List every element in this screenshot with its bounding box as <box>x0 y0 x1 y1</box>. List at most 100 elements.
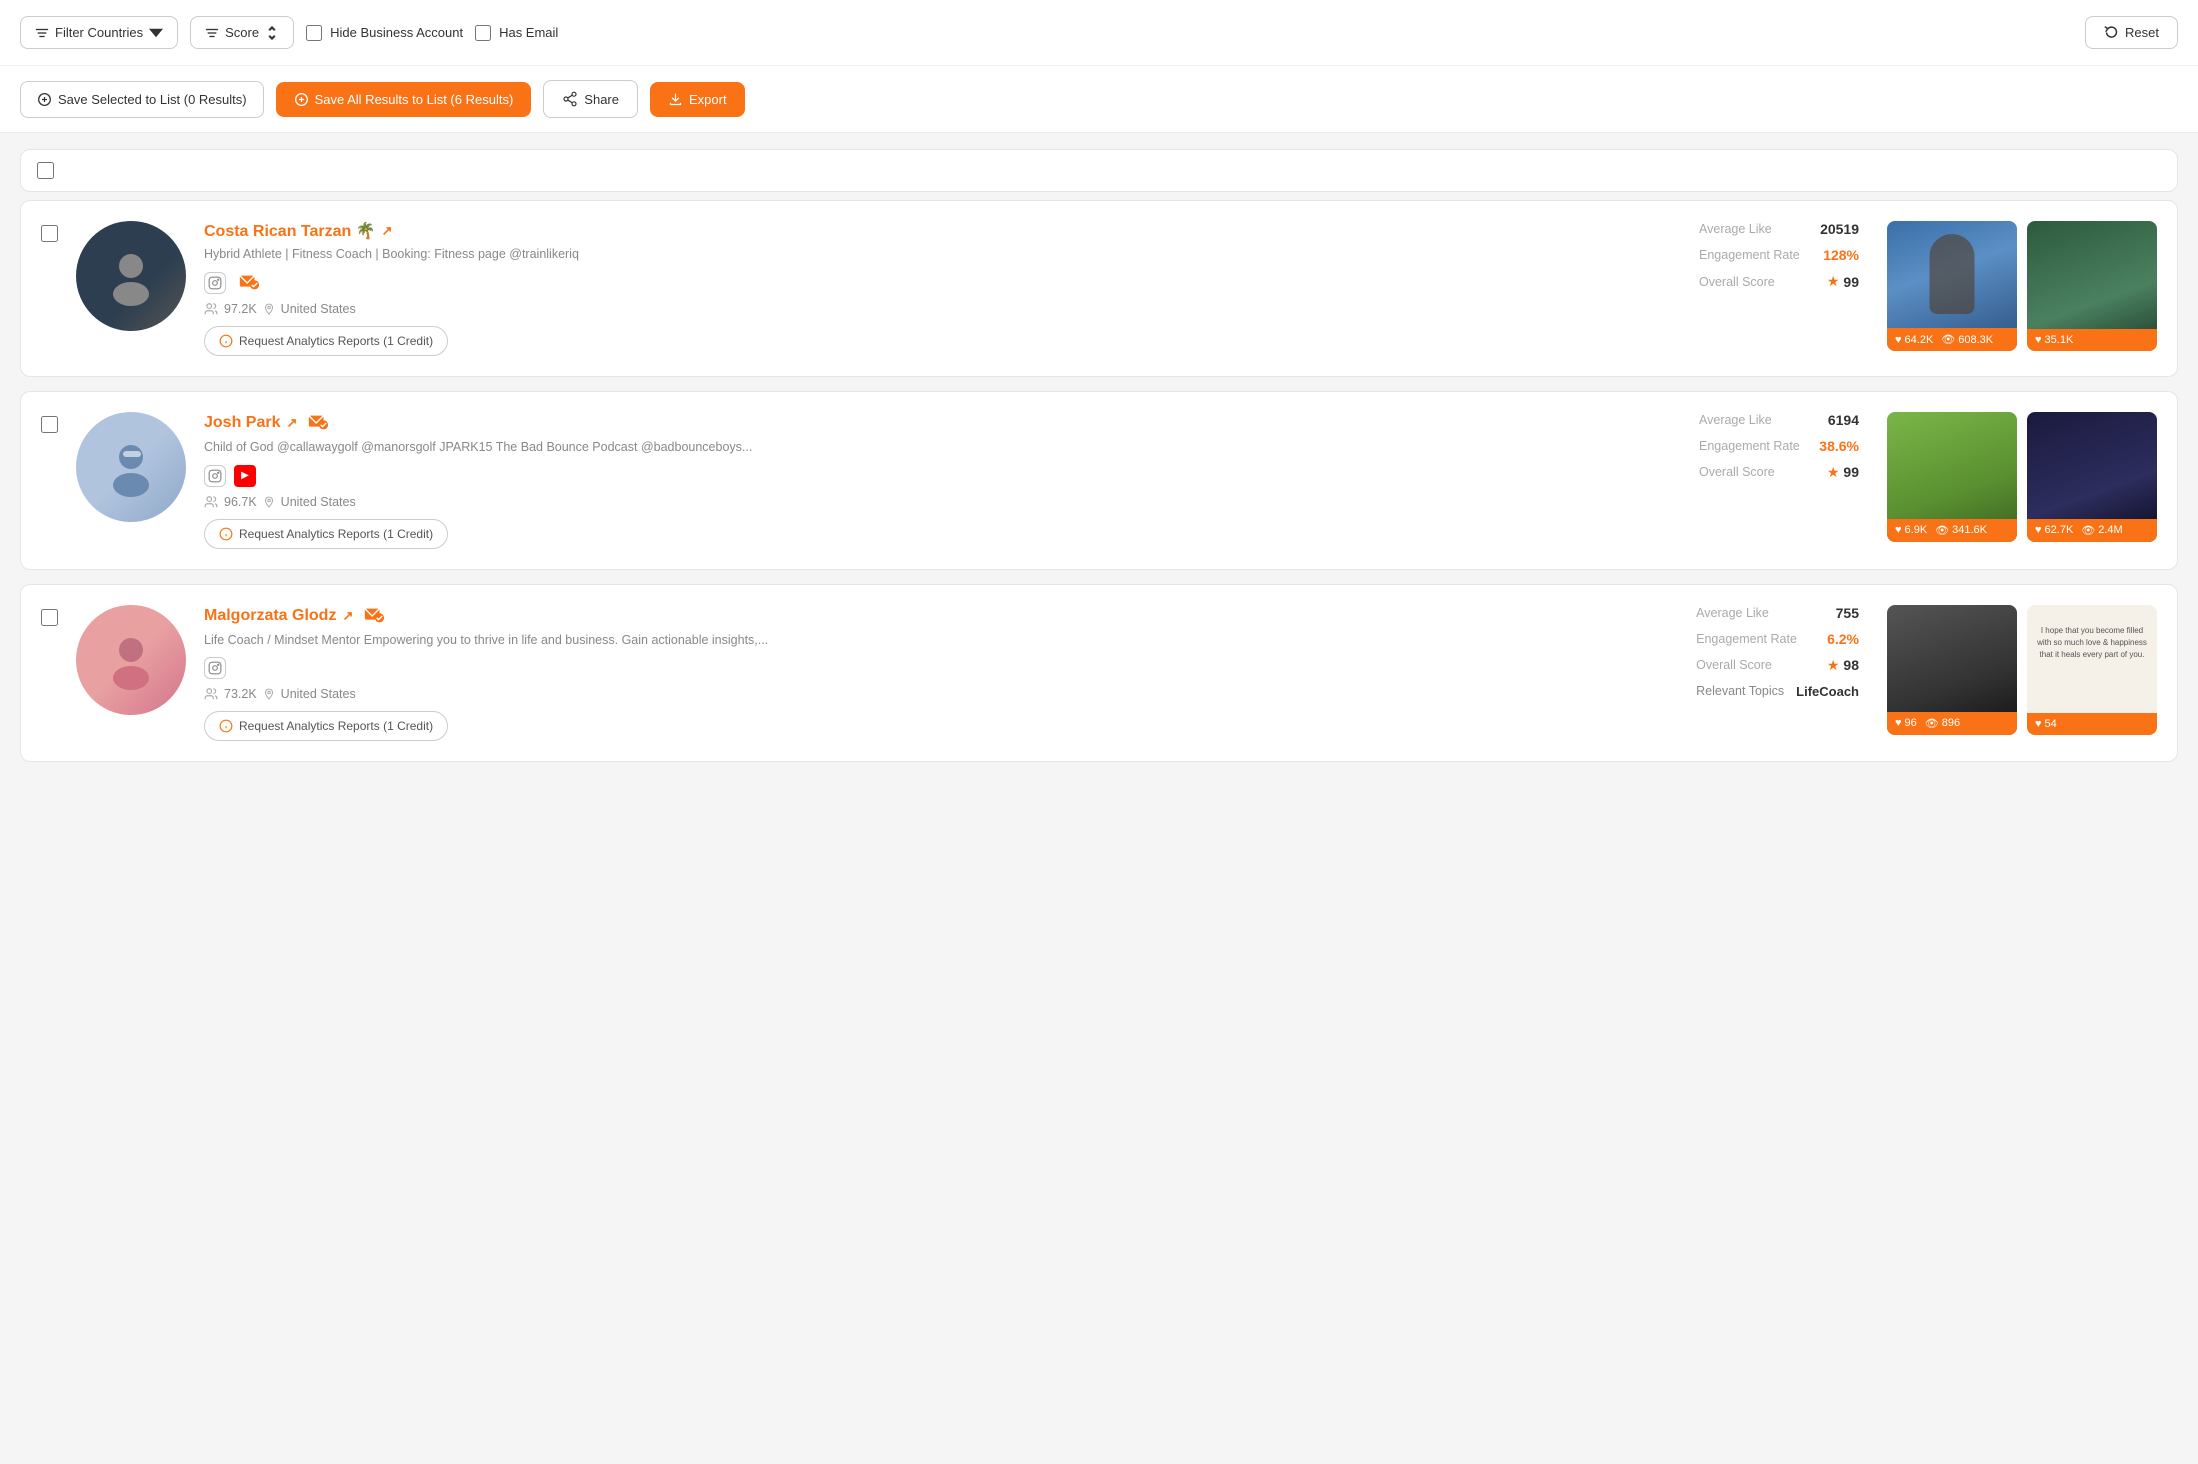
card-info-tarzan: Costa Rican Tarzan 🌴 ↗ Hybrid Athlete | … <box>204 221 1671 356</box>
star-icon-josh: ★ <box>1827 464 1840 481</box>
heart-icon-josh-1: ♥ <box>1895 524 1902 536</box>
score-value-row-tarzan: ★ 99 <box>1827 273 1859 290</box>
save-all-button[interactable]: Save All Results to List (6 Results) <box>276 82 532 117</box>
post-image-josh-1[interactable]: ♥ 6.9K 👁 341.6K <box>1887 412 2017 542</box>
instagram-icon-malgo[interactable] <box>204 657 226 679</box>
avatar-silhouette-josh <box>101 437 161 497</box>
reset-button[interactable]: Reset <box>2085 16 2178 49</box>
filter-countries-button[interactable]: Filter Countries <box>20 16 178 49</box>
filter-icon <box>35 26 49 40</box>
request-report-button-tarzan[interactable]: Request Analytics Reports (1 Credit) <box>204 326 448 356</box>
checkbox-malgo[interactable] <box>41 609 58 626</box>
views-stat-josh-2: 👁 2.4M <box>2081 524 2122 537</box>
stats-col-tarzan: Average Like 20519 Engagement Rate 128% … <box>1689 221 1869 290</box>
select-all-checkbox[interactable] <box>37 162 54 179</box>
score-value-row-josh: ★ 99 <box>1827 464 1859 481</box>
likes-stat-malgo-2: ♥ 54 <box>2035 718 2057 730</box>
chevron-down-icon <box>149 26 163 40</box>
stats-col-malgo: Average Like 755 Engagement Rate 6.2% Ov… <box>1686 605 1869 699</box>
hide-business-label: Hide Business Account <box>330 25 463 40</box>
post-overlay-tarzan-2: ♥ 35.1K <box>2027 329 2157 351</box>
followers-count-josh: 96.7K <box>224 495 257 509</box>
social-icons-josh: ▶ <box>204 465 1671 487</box>
views-value-josh-1: 341.6K <box>1952 524 1987 536</box>
hide-business-checkbox[interactable] <box>306 25 322 41</box>
request-report-button-malgo[interactable]: Request Analytics Reports (1 Credit) <box>204 711 448 741</box>
select-all-row <box>20 149 2178 192</box>
score-value-malgo: 98 <box>1843 657 1859 673</box>
influencer-card-josh: Josh Park ↗ Child of God @callawaygolf @… <box>20 391 2178 570</box>
updown-icon <box>265 26 279 40</box>
images-col-josh: ♥ 6.9K 👁 341.6K ♥ 62.7K <box>1887 412 2157 542</box>
ig-svg <box>208 276 222 290</box>
influencer-card-tarzan: Costa Rican Tarzan 🌴 ↗ Hybrid Athlete | … <box>20 200 2178 377</box>
has-email-checkbox[interactable] <box>475 25 491 41</box>
avg-like-label-malgo: Average Like <box>1696 606 1769 620</box>
external-link-icon-malgo: ↗ <box>342 608 353 624</box>
likes-value-josh-1: 6.9K <box>1905 524 1928 536</box>
followers-icon-malgo <box>204 687 218 701</box>
ig-svg-josh <box>208 469 222 483</box>
card-checkbox-malgo[interactable] <box>41 609 58 629</box>
email-icon-josh <box>307 412 329 434</box>
likes-value-tarzan-1: 64.2K <box>1905 334 1934 346</box>
eng-rate-label-josh: Engagement Rate <box>1699 439 1800 453</box>
country-tarzan: United States <box>281 302 356 316</box>
post-image-tarzan-2[interactable]: ♥ 35.1K <box>2027 221 2157 351</box>
name-text-tarzan: Costa Rican Tarzan 🌴 <box>204 221 376 241</box>
name-text-josh: Josh Park <box>204 414 280 432</box>
reset-icon <box>2104 25 2119 40</box>
request-label-tarzan: Request Analytics Reports (1 Credit) <box>239 334 433 348</box>
export-button[interactable]: Export <box>650 82 745 117</box>
external-link-icon: ↗ <box>382 223 393 239</box>
reset-label: Reset <box>2125 25 2159 40</box>
info-icon-malgo <box>219 719 233 733</box>
instagram-icon-josh[interactable] <box>204 465 226 487</box>
avatar-tarzan <box>76 221 186 331</box>
eng-rate-value-malgo: 6.2% <box>1827 631 1859 647</box>
score-value-josh: 99 <box>1843 464 1859 480</box>
checkbox-josh[interactable] <box>41 416 58 433</box>
export-icon <box>668 92 683 107</box>
followers-icon <box>204 302 218 316</box>
save-selected-button[interactable]: Save Selected to List (0 Results) <box>20 81 264 118</box>
avg-like-row-tarzan: Average Like 20519 <box>1699 221 1859 237</box>
likes-value-malgo-2: 54 <box>2045 718 2057 730</box>
post-overlay-malgo-2: ♥ 54 <box>2027 713 2157 735</box>
post-image-tarzan-1[interactable]: ♥ 64.2K 👁 608.3K <box>1887 221 2017 351</box>
views-stat-tarzan-1: 👁 608.3K <box>1941 333 1993 346</box>
post-image-malgo-1[interactable]: ♥ 96 👁 896 <box>1887 605 2017 735</box>
request-report-button-josh[interactable]: Request Analytics Reports (1 Credit) <box>204 519 448 549</box>
avatar-josh <box>76 412 186 522</box>
share-button[interactable]: Share <box>543 80 638 118</box>
hide-business-checkbox-label[interactable]: Hide Business Account <box>306 25 463 41</box>
stats-col-josh: Average Like 6194 Engagement Rate 38.6% … <box>1689 412 1869 481</box>
eng-rate-value-josh: 38.6% <box>1819 438 1859 454</box>
post-image-malgo-2[interactable]: I hope that you become filled with so mu… <box>2027 605 2157 735</box>
sort-icon <box>205 26 219 40</box>
post-image-josh-2[interactable]: ♥ 62.7K 👁 2.4M <box>2027 412 2157 542</box>
likes-stat-josh-1: ♥ 6.9K <box>1895 524 1927 536</box>
request-label-malgo: Request Analytics Reports (1 Credit) <box>239 719 433 733</box>
post-overlay-malgo-1: ♥ 96 👁 896 <box>1887 712 2017 735</box>
likes-stat-josh-2: ♥ 62.7K <box>2035 524 2073 536</box>
country-malgo: United States <box>281 687 356 701</box>
score-button[interactable]: Score <box>190 16 294 49</box>
card-checkbox-josh[interactable] <box>41 416 58 436</box>
info-icon-josh <box>219 527 233 541</box>
followers-row-josh: 96.7K United States <box>204 495 1671 509</box>
heart-icon-2: ♥ <box>2035 334 2042 346</box>
checkbox-tarzan[interactable] <box>41 225 58 242</box>
has-email-checkbox-label[interactable]: Has Email <box>475 25 558 41</box>
action-bar: Save Selected to List (0 Results) Save A… <box>0 66 2198 133</box>
email-check-svg-josh <box>307 412 329 434</box>
eng-rate-row-josh: Engagement Rate 38.6% <box>1699 438 1859 454</box>
followers-icon-josh <box>204 495 218 509</box>
bio-josh: Child of God @callawaygolf @manorsgolf J… <box>204 438 1671 457</box>
card-checkbox-tarzan[interactable] <box>41 225 58 245</box>
save-selected-label: Save Selected to List (0 Results) <box>58 92 247 107</box>
instagram-icon-tarzan[interactable] <box>204 272 226 294</box>
topics-row-malgo: Relevant Topics LifeCoach <box>1696 684 1859 699</box>
youtube-icon-josh[interactable]: ▶ <box>234 465 256 487</box>
eng-rate-label: Engagement Rate <box>1699 248 1800 262</box>
